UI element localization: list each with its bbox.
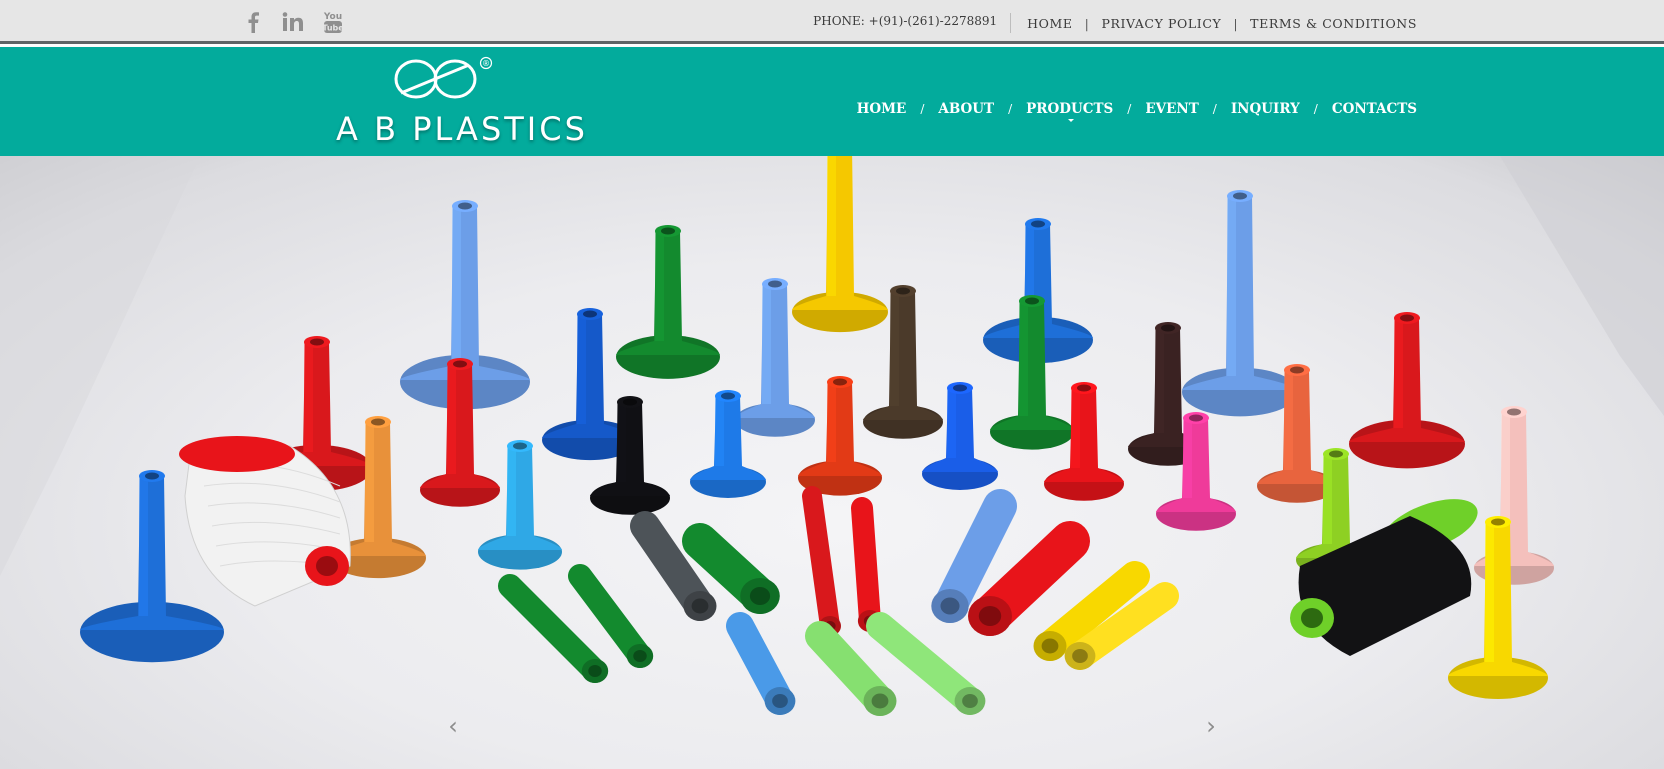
nav-inquiry[interactable]: INQUIRY — [1231, 101, 1300, 117]
hero-slider: ‹ › — [0, 156, 1664, 769]
main-nav: HOME / ABOUT / PRODUCTS / EVENT / INQUIR… — [857, 101, 1417, 122]
nav-about[interactable]: ABOUT — [938, 101, 994, 117]
dropdown-caret-icon — [1067, 119, 1074, 122]
nav-products-label: PRODUCTS — [1026, 101, 1114, 117]
main-header: ® A B PLASTICS HOME / ABOUT / PRODUCTS /… — [0, 47, 1664, 156]
brand-name: A B PLASTICS — [336, 110, 588, 148]
site-logo[interactable]: ® A B PLASTICS — [334, 55, 585, 149]
nav-separator: / — [920, 102, 925, 116]
logo-mark-icon: ® — [394, 56, 493, 99]
facebook-icon[interactable] — [242, 10, 264, 34]
registered-mark: ® — [482, 59, 490, 68]
svg-text:Tube: Tube — [323, 24, 343, 33]
youtube-icon[interactable]: You Tube — [322, 10, 344, 34]
nav-separator: / — [1212, 102, 1217, 116]
nav-home[interactable]: HOME — [857, 101, 907, 117]
nav-separator: / — [1008, 102, 1013, 116]
phone-number: PHONE: +(91)-(261)-2278891 — [813, 13, 1012, 33]
nav-event[interactable]: EVENT — [1145, 101, 1198, 117]
top-link-terms-conditions[interactable]: TERMS & CONDITIONS — [1250, 16, 1417, 31]
top-links: PHONE: +(91)-(261)-2278891 HOME | PRIVAC… — [813, 13, 1417, 33]
top-bar: You Tube PHONE: +(91)-(261)-2278891 HOME… — [0, 0, 1664, 44]
svg-text:You: You — [323, 12, 342, 22]
separator: | — [1084, 15, 1090, 31]
top-link-home[interactable]: HOME — [1027, 16, 1072, 31]
hero-image — [0, 156, 1664, 716]
social-links: You Tube — [242, 10, 344, 34]
nav-contacts[interactable]: CONTACTS — [1332, 101, 1417, 117]
nav-products[interactable]: PRODUCTS — [1026, 101, 1114, 122]
chevron-right-icon[interactable]: › — [1201, 712, 1221, 740]
nav-separator: / — [1127, 102, 1132, 116]
linkedin-icon[interactable] — [282, 10, 304, 34]
nav-separator: / — [1313, 102, 1318, 116]
chevron-left-icon[interactable]: ‹ — [443, 712, 463, 740]
separator: | — [1233, 15, 1239, 31]
top-link-privacy-policy[interactable]: PRIVACY POLICY — [1101, 16, 1221, 31]
